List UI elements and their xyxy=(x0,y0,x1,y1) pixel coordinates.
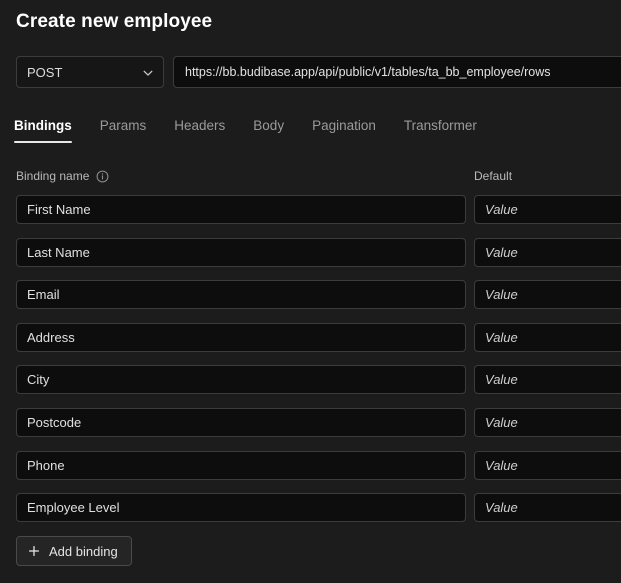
column-header-binding-name: Binding name xyxy=(16,169,109,183)
bindings-list: First Name Value Last Name Value Email V… xyxy=(0,195,621,536)
binding-name-value: Last Name xyxy=(27,244,90,260)
binding-name-value: Employee Level xyxy=(27,500,120,516)
binding-name-input[interactable]: Email xyxy=(16,280,466,310)
request-url-input[interactable]: https://bb.budibase.app/api/public/v1/ta… xyxy=(173,56,621,88)
column-header-default: Default xyxy=(474,169,513,183)
binding-name-input[interactable]: Address xyxy=(16,322,466,352)
binding-name-input[interactable]: Employee Level xyxy=(16,493,466,523)
binding-default-input[interactable]: Value xyxy=(474,280,621,310)
http-method-select[interactable]: POST xyxy=(16,56,164,88)
info-icon[interactable] xyxy=(96,170,109,183)
binding-default-placeholder: Value xyxy=(485,372,518,388)
editor-tabs: Bindings Params Headers Body Pagination … xyxy=(14,118,491,143)
binding-row: City Value xyxy=(0,365,621,408)
binding-row: Employee Level Value xyxy=(0,493,621,536)
binding-row: Email Value xyxy=(0,280,621,323)
binding-name-input[interactable]: City xyxy=(16,365,466,395)
binding-row: Address Value xyxy=(0,322,621,366)
request-editor-panel: Create new employee POST https://bb.budi… xyxy=(0,0,621,583)
binding-default-input[interactable]: Value xyxy=(474,195,621,224)
binding-default-input[interactable]: Value xyxy=(474,493,621,523)
request-url-value: https://bb.budibase.app/api/public/v1/ta… xyxy=(185,65,551,79)
binding-default-input[interactable]: Value xyxy=(474,407,621,437)
binding-row: Last Name Value xyxy=(0,237,621,281)
plus-icon xyxy=(28,545,40,557)
binding-name-value: Address xyxy=(27,329,75,345)
chevron-down-icon xyxy=(142,66,154,78)
binding-default-placeholder: Value xyxy=(485,500,518,516)
binding-name-input[interactable]: Postcode xyxy=(16,407,466,437)
tab-transformer[interactable]: Transformer xyxy=(390,118,491,143)
request-row: POST https://bb.budibase.app/api/public/… xyxy=(16,56,621,88)
tab-bindings[interactable]: Bindings xyxy=(14,118,86,143)
binding-default-placeholder: Value xyxy=(485,202,518,217)
binding-default-placeholder: Value xyxy=(485,287,518,303)
binding-row: First Name Value xyxy=(0,195,621,238)
binding-default-input[interactable]: Value xyxy=(474,237,621,267)
binding-default-input[interactable]: Value xyxy=(474,365,621,395)
binding-name-value: Postcode xyxy=(27,414,82,430)
add-binding-button[interactable]: Add binding xyxy=(16,536,132,566)
binding-default-input[interactable]: Value xyxy=(474,450,621,480)
tab-pagination[interactable]: Pagination xyxy=(298,118,390,143)
binding-name-value: First Name xyxy=(27,202,91,217)
binding-row: Postcode Value xyxy=(0,407,621,451)
tab-body[interactable]: Body xyxy=(239,118,298,143)
binding-name-value: Email xyxy=(27,287,60,303)
column-header-binding-name-label: Binding name xyxy=(16,169,90,183)
binding-default-placeholder: Value xyxy=(485,329,518,345)
binding-name-input[interactable]: First Name xyxy=(16,195,466,224)
page-title: Create new employee xyxy=(16,11,213,32)
tab-params[interactable]: Params xyxy=(86,118,161,143)
binding-default-input[interactable]: Value xyxy=(474,322,621,352)
column-headers: Binding name Default xyxy=(0,169,621,185)
binding-name-value: Phone xyxy=(27,457,65,473)
binding-name-value: City xyxy=(27,372,50,388)
http-method-label: POST xyxy=(27,64,63,80)
binding-default-placeholder: Value xyxy=(485,244,518,260)
tab-headers[interactable]: Headers xyxy=(160,118,239,143)
binding-default-placeholder: Value xyxy=(485,457,518,473)
add-binding-label: Add binding xyxy=(49,543,118,559)
binding-row: Phone Value xyxy=(0,450,621,494)
binding-name-input[interactable]: Phone xyxy=(16,450,466,480)
binding-default-placeholder: Value xyxy=(485,414,518,430)
binding-name-input[interactable]: Last Name xyxy=(16,237,466,267)
